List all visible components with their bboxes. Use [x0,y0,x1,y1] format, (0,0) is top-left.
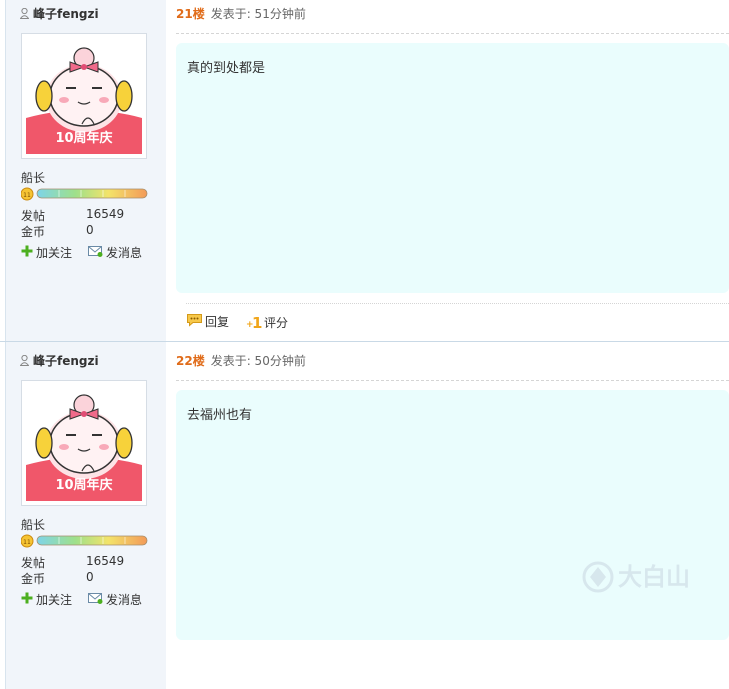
post-header: 21楼 发表于: 51分钟前 [176,6,306,22]
post-content: 去福州也有 [176,390,729,640]
plus-icon [21,245,33,260]
user-icon [19,354,30,366]
plus-icon [21,592,33,607]
level-bar: 11 [20,187,151,201]
plus-one-icon: +1 [246,313,262,332]
level-bar: 11 [20,534,151,548]
message-button[interactable]: 发消息 [88,591,142,608]
watermark-logo: 大白山 [580,552,715,602]
watermark-text: 大白山 [618,563,690,591]
stat-posts-value: 16549 [86,207,125,221]
post-main: 22楼 发表于: 50分钟前 去福州也有 [166,342,729,689]
floor-number[interactable]: 22楼 [176,354,205,368]
post-floor-21: 峰子fengzi 10周年庆 船长 11 发帖 16549 金币 0 加关注 发… [0,0,729,342]
rate-button[interactable]: +1 评分 [246,313,288,332]
envelope-icon [88,245,103,260]
footer-divider [186,303,729,304]
message-button[interactable]: 发消息 [88,244,142,261]
post-time: 发表于: 51分钟前 [210,7,306,21]
stat-posts-value: 16549 [86,554,125,568]
header-divider [176,33,729,34]
reply-icon [186,313,203,330]
username-link[interactable]: 峰子fengzi [19,353,99,369]
post-text: 真的到处都是 [187,61,266,76]
user-sidebar: 峰子fengzi 10周年庆 船长 11 发帖 16549 金币 0 加关注 发… [5,0,167,342]
rate-label: 评分 [264,316,289,330]
user-sidebar: 峰子fengzi 10周年庆 船长 11 发帖 16549 金币 0 加关注 发… [5,342,167,689]
level-badge: 11 [23,192,31,199]
avatar[interactable]: 10周年庆 [21,380,147,506]
post-floor-22: 峰子fengzi 10周年庆 船长 11 发帖 16549 金币 0 加关注 发… [0,341,729,689]
envelope-icon [88,592,103,607]
stat-coins-label: 金币 [21,572,46,586]
username-text: 峰子fengzi [33,354,99,368]
message-label: 发消息 [106,246,143,260]
avatar-caption: 10周年庆 [55,477,112,493]
avatar[interactable]: 10周年庆 [21,33,147,159]
follow-button[interactable]: 加关注 [21,244,72,261]
follow-label: 加关注 [36,246,73,260]
follow-button[interactable]: 加关注 [21,591,72,608]
floor-number[interactable]: 21楼 [176,7,205,21]
post-main: 21楼 发表于: 51分钟前 真的到处都是 回复 +1 评分 [166,0,729,342]
user-rank: 船长 [21,518,46,532]
svg-text:1: 1 [252,314,262,329]
message-label: 发消息 [106,593,143,607]
stat-coins-label: 金币 [21,225,46,239]
level-badge: 11 [23,539,31,546]
username-link[interactable]: 峰子fengzi [19,6,99,22]
username-text: 峰子fengzi [33,7,99,21]
stat-coins-value: 0 [86,570,94,584]
post-content: 真的到处都是 [176,43,729,293]
reply-label: 回复 [205,315,230,329]
stat-coins-value: 0 [86,223,94,237]
post-time: 发表于: 50分钟前 [210,354,306,368]
user-icon [19,7,30,19]
reply-button[interactable]: 回复 [186,313,229,330]
follow-label: 加关注 [36,593,73,607]
avatar-caption: 10周年庆 [55,130,112,146]
post-text: 去福州也有 [187,408,253,423]
header-divider [176,380,729,381]
user-rank: 船长 [21,171,46,185]
stat-posts-label: 发帖 [21,556,46,570]
stat-posts-label: 发帖 [21,209,46,223]
post-header: 22楼 发表于: 50分钟前 [176,353,306,369]
